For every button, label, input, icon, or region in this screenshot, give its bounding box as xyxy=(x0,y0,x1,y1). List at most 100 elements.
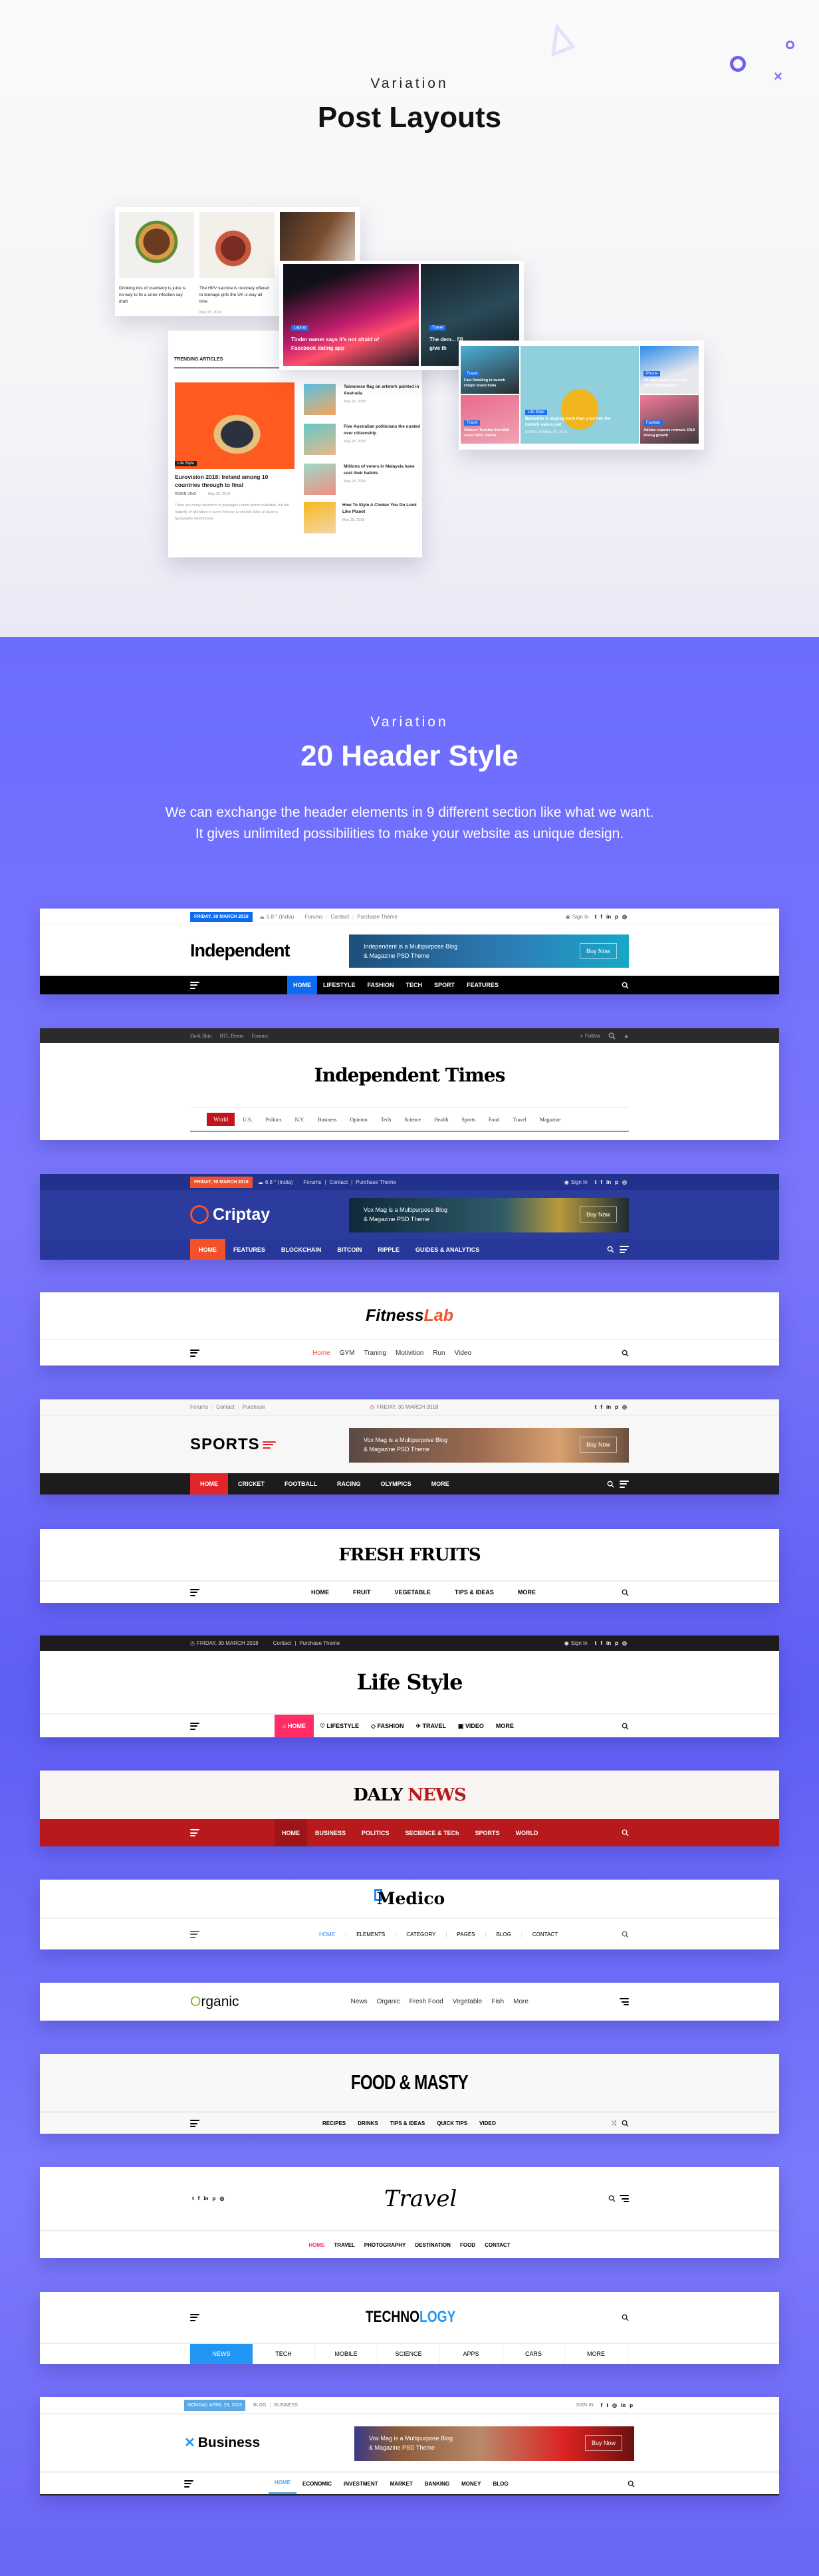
grid-title[interactable]: Adidas expects normals 2018 strong growt… xyxy=(644,428,697,438)
nav-item-opinion[interactable]: Opinion xyxy=(350,1117,368,1123)
shuffle-icon[interactable]: ⤨ xyxy=(611,2120,616,2127)
buy-now-button[interactable]: Buy Now xyxy=(579,1207,617,1222)
nav-item-business[interactable]: Business xyxy=(318,1117,336,1123)
instagram-icon[interactable]: ◎ xyxy=(217,2196,226,2202)
linkedin-icon[interactable]: in xyxy=(619,2402,628,2408)
pinterest-icon[interactable]: p xyxy=(613,1640,620,1646)
nav-item-lifestyle[interactable]: LIFESTYLE xyxy=(317,976,362,994)
search-icon[interactable] xyxy=(622,1350,629,1357)
nav-item-mobile[interactable]: MOBILE xyxy=(315,2344,378,2364)
hamburger-menu-icon[interactable] xyxy=(190,2313,199,2321)
link-forums[interactable]: Forums xyxy=(304,914,322,920)
link-dark-skin[interactable]: Dark Skin xyxy=(190,1033,212,1039)
author[interactable]: ROBIN VINO xyxy=(525,430,546,434)
nav-item-tech[interactable]: TECH xyxy=(253,2344,315,2364)
hamburger-menu-icon[interactable] xyxy=(190,2120,199,2127)
search-icon[interactable] xyxy=(622,2314,629,2321)
hamburger-menu-icon[interactable] xyxy=(190,1722,199,1730)
nav-item-fresh-food[interactable]: Fresh Food xyxy=(410,1998,443,2005)
nav-item-lifestyle[interactable]: ♡ LIFESTYLE xyxy=(314,1715,365,1737)
twitter-icon[interactable]: t xyxy=(593,1640,599,1646)
author[interactable]: ROBIN VINO xyxy=(175,492,196,496)
facebook-icon[interactable]: f xyxy=(598,1640,604,1646)
nav-item-features[interactable]: FEATURES xyxy=(225,1239,273,1260)
category-tag[interactable]: Travel xyxy=(464,371,481,376)
site-logo[interactable]: FRESH FRUITS xyxy=(338,1545,481,1565)
nav-item-home[interactable]: ⌂ HOME xyxy=(275,1715,314,1737)
nav-item-home[interactable]: HOME xyxy=(190,1473,228,1495)
search-icon[interactable] xyxy=(607,1246,614,1253)
nav-item-investment[interactable]: INVESTMENT xyxy=(338,2473,384,2494)
slide-title[interactable]: Tinder owner says it's not afraid of Fac… xyxy=(291,335,391,353)
site-logo[interactable]: TECHNOLOGY xyxy=(366,2308,455,2327)
buy-now-button[interactable]: Buy Now xyxy=(579,1437,617,1453)
link-forums[interactable]: Forums xyxy=(252,1033,268,1039)
link-forums[interactable]: Forums xyxy=(303,1179,321,1185)
linkedin-icon[interactable]: in xyxy=(604,1640,613,1646)
sign-in-link[interactable]: Sign In xyxy=(571,1640,588,1646)
nav-item-tips-ideas[interactable]: TIPS & IDEAS xyxy=(384,2113,431,2134)
nav-item-banking[interactable]: BANKING xyxy=(419,2473,455,2494)
hamburger-menu-icon[interactable] xyxy=(190,1829,199,1836)
nav-item-apps[interactable]: APPS xyxy=(440,2344,503,2364)
sign-in-link[interactable]: Sign In xyxy=(571,1179,588,1185)
grid-title[interactable]: Fast Retailing to launch Uniqlo brand In… xyxy=(464,378,517,388)
category-tag[interactable]: Laptop xyxy=(291,325,309,331)
nav-item-video[interactable]: ▣ VIDEO xyxy=(452,1715,490,1737)
link-rtl-demo[interactable]: RTL Demo xyxy=(220,1033,244,1039)
nav-item-food[interactable]: FOOD xyxy=(455,2231,480,2258)
list-title[interactable]: How To Style A Choker You Do Look Like P… xyxy=(342,502,419,515)
hamburger-menu-icon[interactable] xyxy=(620,2195,630,2202)
main-article-title[interactable]: Eurovision 2018: Ireland among 10 countr… xyxy=(175,473,294,489)
facebook-icon[interactable]: f xyxy=(598,914,604,920)
hamburger-menu-icon[interactable] xyxy=(190,1349,199,1357)
nav-item-more[interactable]: MORE xyxy=(506,1582,548,1603)
nav-item-world[interactable]: World xyxy=(207,1113,235,1126)
hamburger-menu-icon[interactable] xyxy=(184,2480,193,2488)
nav-item-gym[interactable]: GYM xyxy=(340,1350,355,1357)
nav-item-home[interactable]: HOME xyxy=(312,1919,342,1949)
main-article-image[interactable] xyxy=(175,382,294,469)
ad-banner[interactable]: Independent is a Multipurpose Blog & Maga… xyxy=(349,934,629,968)
nav-item-sport[interactable]: SPORT xyxy=(428,976,461,994)
facebook-icon[interactable]: f xyxy=(196,2196,202,2202)
nav-item-travel[interactable]: Travel xyxy=(513,1117,526,1123)
nav-item-more[interactable]: MORE xyxy=(565,2344,628,2364)
twitter-icon[interactable]: t xyxy=(190,2196,196,2202)
search-icon[interactable] xyxy=(622,2120,629,2127)
nav-item-cricket[interactable]: CRICKET xyxy=(228,1473,275,1495)
nav-item-cars[interactable]: CARS xyxy=(503,2344,565,2364)
site-logo[interactable]: FOOD & MASTY xyxy=(351,2071,469,2094)
thumb-image[interactable] xyxy=(304,502,336,533)
nav-item-fish[interactable]: Fish xyxy=(491,1998,504,2005)
hamburger-menu-icon[interactable] xyxy=(620,1246,629,1253)
nav-item-sports[interactable]: SPORTS xyxy=(467,1819,508,1846)
search-icon[interactable] xyxy=(622,1829,629,1836)
site-logo[interactable]: DALY NEWS xyxy=(353,1785,467,1805)
nav-item-run[interactable]: Run xyxy=(433,1350,445,1357)
nav-item-quick-tips[interactable]: QUICK TIPS xyxy=(431,2113,473,2134)
category-tag[interactable]: Travel xyxy=(464,420,481,426)
pinterest-icon[interactable]: p xyxy=(613,1404,620,1410)
nav-item-racing[interactable]: RACING xyxy=(327,1473,371,1495)
category-tag[interactable]: Travel xyxy=(429,325,446,331)
list-title[interactable]: Taiwanese flag on artwork painted in Aus… xyxy=(344,384,420,397)
nav-item-fruit[interactable]: FRUIT xyxy=(341,1582,383,1603)
nav-item-travel[interactable]: TRAVEL xyxy=(329,2231,359,2258)
nav-item-more[interactable]: More xyxy=(513,1998,528,2005)
link-business[interactable]: BUSINESS xyxy=(275,2403,298,2408)
nav-item-health[interactable]: Health xyxy=(434,1117,448,1123)
search-icon[interactable] xyxy=(622,982,629,989)
sign-in-link[interactable]: Sign In xyxy=(572,914,589,920)
hamburger-menu-icon[interactable] xyxy=(190,1930,199,1938)
nav-item-home[interactable]: HOME xyxy=(299,1582,341,1603)
list-title[interactable]: Millions of voters in Malaysia have cast… xyxy=(344,464,420,477)
nav-item-bitcoin[interactable]: BITCOIN xyxy=(329,1239,370,1260)
search-icon[interactable] xyxy=(607,1481,614,1488)
nav-item-blog[interactable]: BLOG xyxy=(487,2473,514,2494)
nav-item-traning[interactable]: Traning xyxy=(364,1350,386,1357)
nav-item-contact[interactable]: CONTACT xyxy=(480,2231,515,2258)
user-icon[interactable]: ▲ xyxy=(624,1033,629,1039)
nav-item-fashion[interactable]: FASHION xyxy=(362,976,400,994)
nav-item-tech[interactable]: TECH xyxy=(400,976,429,994)
